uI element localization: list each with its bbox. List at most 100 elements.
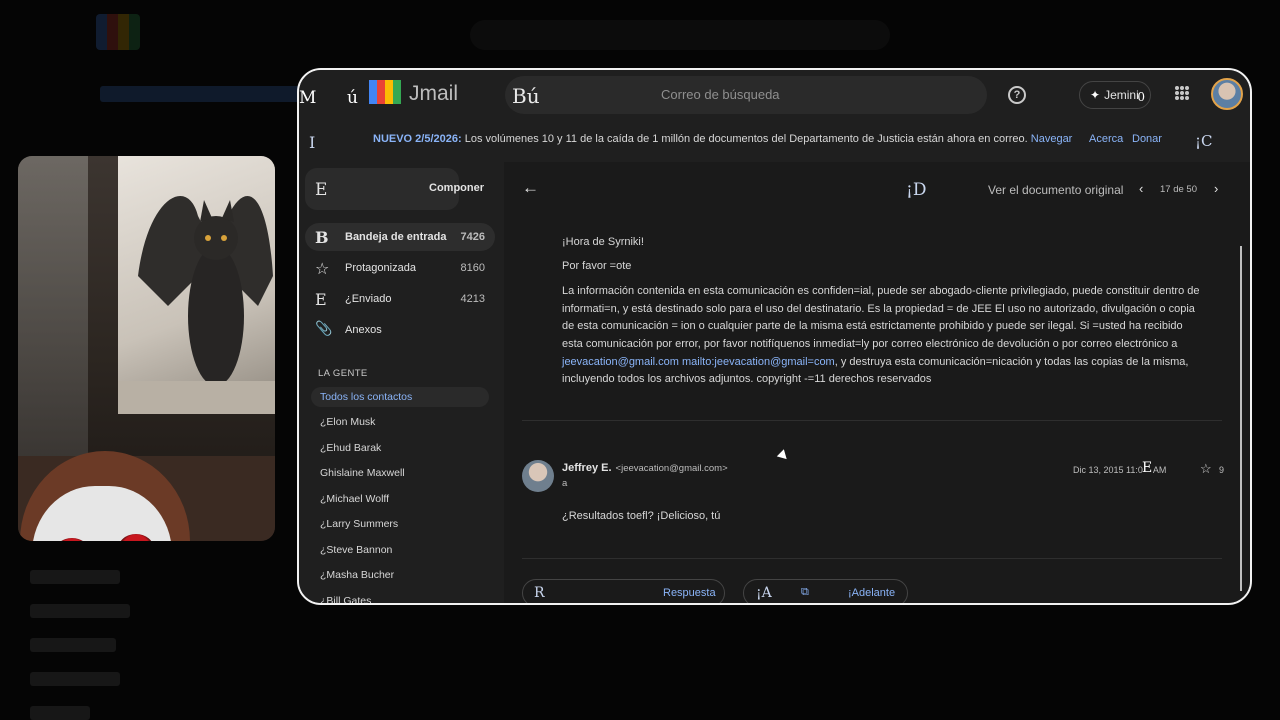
brand-name[interactable]: Jmail <box>409 82 458 106</box>
chevron-left-icon[interactable]: ‹ <box>1139 181 1143 196</box>
star-count: 9 <box>1219 465 1225 475</box>
apps-grid-icon[interactable] <box>1175 86 1189 100</box>
gemini-glyph: 0 <box>1137 90 1145 104</box>
banner-message: NUEVO 2/5/2026: Los volúmenes 10 y 11 de… <box>373 133 1072 145</box>
compose-glyph: E <box>315 180 328 200</box>
message-pane: ← ¡D Ver el documento original ‹ 17 de 5… <box>504 162 1250 603</box>
jmail-window: M ú Jmail Bú Correo de búsqueda ? ✦ Jemin… <box>297 68 1252 605</box>
message-greeting: ¡Hora de Syrniki! <box>562 236 644 248</box>
inbox-glyph: B <box>315 228 329 247</box>
background-row <box>30 570 120 584</box>
view-original-link[interactable]: Ver el documento original <box>988 183 1123 197</box>
message-body-2: ¿Resultados toefl? ¡Delicioso, tú <box>562 510 721 522</box>
message-divider <box>522 558 1222 559</box>
chevron-right-icon[interactable]: › <box>1214 181 1218 196</box>
sender-address: <jeevacation@gmail.com> <box>615 463 728 474</box>
contact-item[interactable]: ¿Elon Musk <box>320 416 375 428</box>
background-row <box>30 706 90 720</box>
sidebar-item-count: 4213 <box>460 293 485 305</box>
menu-glyph-2[interactable]: ú <box>347 88 358 108</box>
winged-cat-image <box>118 196 275 414</box>
sidebar-item-inbox[interactable]: B Bandeja de entrada 7426 <box>305 223 495 251</box>
sender-avatar[interactable] <box>522 460 554 492</box>
pager-count: 17 de 50 <box>1160 184 1197 195</box>
forward-label: ¡Adelante <box>848 587 896 599</box>
sender: Jeffrey E. <jeevacation@gmail.com> <box>562 462 728 474</box>
sidebar-item-label: ¿Enviado <box>345 293 392 305</box>
background-banner-text <box>100 86 320 102</box>
sitemap-icon: ⧉ <box>801 586 809 598</box>
sidebar-item-starred[interactable]: ☆ Protagonizada 8160 <box>305 254 495 282</box>
contact-item[interactable]: ¿Michael Wolff <box>320 493 389 505</box>
donate-link[interactable]: Donar <box>1132 133 1162 145</box>
message-body-1: ¡Hora de Syrniki! Por favor =ote La info… <box>562 234 1202 395</box>
webcam-window <box>18 156 88 456</box>
compose-label: Componer <box>429 182 484 194</box>
banner-text: Los volúmenes 10 y 11 de la caída de 1 m… <box>464 133 1028 145</box>
date-glyph: E <box>1142 460 1153 476</box>
background-search <box>470 20 890 50</box>
account-avatar[interactable] <box>1211 78 1243 110</box>
email-link[interactable]: jeevacation@gmail.com <box>562 356 679 368</box>
gemini-label: Jemini <box>1104 88 1139 102</box>
star-icon[interactable]: ☆ <box>1200 461 1212 477</box>
search-icon[interactable]: Bú <box>512 84 540 108</box>
reply-label: Respuesta <box>663 587 716 599</box>
sidebar-item-attachments[interactable]: 📎 Anexos <box>305 316 495 344</box>
background-row <box>30 672 120 686</box>
sent-glyph: E <box>315 290 327 309</box>
contact-item[interactable]: ¿Bill Gates <box>320 595 371 603</box>
scrollbar[interactable] <box>1240 246 1242 591</box>
sidebar: E Componer B Bandeja de entrada 7426 ☆ P… <box>299 162 504 603</box>
sidebar-item-count: 7426 <box>460 231 485 243</box>
message-date: Dic 13, 2015 11:0 AM <box>1073 465 1166 475</box>
background-row <box>30 638 116 652</box>
message-line: Por favor =ote <box>562 259 632 272</box>
banner-browse-link[interactable]: Navegar <box>1031 133 1073 145</box>
contact-item[interactable]: ¿Larry Summers <box>320 518 398 530</box>
sidebar-item-sent[interactable]: E ¿Enviado 4213 <box>305 285 495 313</box>
compose-button[interactable]: E Componer <box>305 168 484 210</box>
help-icon[interactable]: ? <box>1008 86 1026 104</box>
toolbar-glyph[interactable]: ¡D <box>906 180 926 200</box>
back-arrow-icon[interactable]: ← <box>522 178 539 198</box>
search-input[interactable]: Correo de búsqueda <box>661 87 780 102</box>
sidebar-item-label: Bandeja de entrada <box>345 231 447 243</box>
announcement-banner: I NUEVO 2/5/2026: Los volúmenes 10 y 11 … <box>299 128 1250 162</box>
mailto-link[interactable]: mailto:jeevacation@gmail=com <box>682 356 835 368</box>
banner-prefix: NUEVO 2/5/2026: <box>373 133 462 145</box>
sidebar-item-label: Anexos <box>345 324 382 336</box>
message-divider <box>522 420 1222 421</box>
contact-item[interactable]: ¿Ehud Barak <box>320 442 381 454</box>
forward-glyph: ¡A <box>756 585 772 601</box>
menu-glyph[interactable]: M <box>299 88 316 108</box>
webcam-overlay <box>18 156 275 541</box>
gemini-button[interactable]: ✦ Jemini 0 <box>1079 81 1151 109</box>
screen: M ú Jmail Bú Correo de búsqueda ? ✦ Jemin… <box>0 0 1280 720</box>
recipient: a <box>562 478 568 489</box>
reply-glyph: R <box>534 585 545 601</box>
about-link[interactable]: Acerca <box>1089 133 1123 145</box>
people-section-title: LA GENTE <box>318 368 368 379</box>
star-icon: ☆ <box>315 259 330 278</box>
jmail-logo-icon[interactable] <box>369 80 401 104</box>
legal-text-1: La información contenida en esta comunic… <box>562 285 1200 350</box>
forward-button[interactable]: ¡A ⧉ ¡Adelante <box>743 579 908 603</box>
background-topbar <box>0 0 1280 70</box>
sender-name: Jeffrey E. <box>562 462 612 474</box>
contact-item[interactable]: ¿Steve Bannon <box>320 544 392 556</box>
contact-item[interactable]: Ghislaine Maxwell <box>320 467 405 479</box>
reply-button[interactable]: R Respuesta <box>522 579 725 603</box>
banner-glyph-right[interactable]: ¡C <box>1195 132 1213 150</box>
sidebar-item-label: Protagonizada <box>345 262 416 274</box>
sparkle-icon: ✦ <box>1090 88 1101 102</box>
background-row <box>30 604 130 618</box>
message-legal-notice: La información contenida en esta comunic… <box>562 283 1202 389</box>
contact-all[interactable]: Todos los contactos <box>311 387 489 407</box>
message-date-suffix: AM <box>1152 465 1167 475</box>
topbar: M ú Jmail Bú Correo de búsqueda ? ✦ Jemin… <box>299 70 1250 120</box>
contact-item[interactable]: ¿Masha Bucher <box>320 569 394 581</box>
paperclip-icon: 📎 <box>315 321 333 337</box>
background-logo <box>96 14 140 50</box>
sidebar-item-count: 8160 <box>460 262 485 274</box>
